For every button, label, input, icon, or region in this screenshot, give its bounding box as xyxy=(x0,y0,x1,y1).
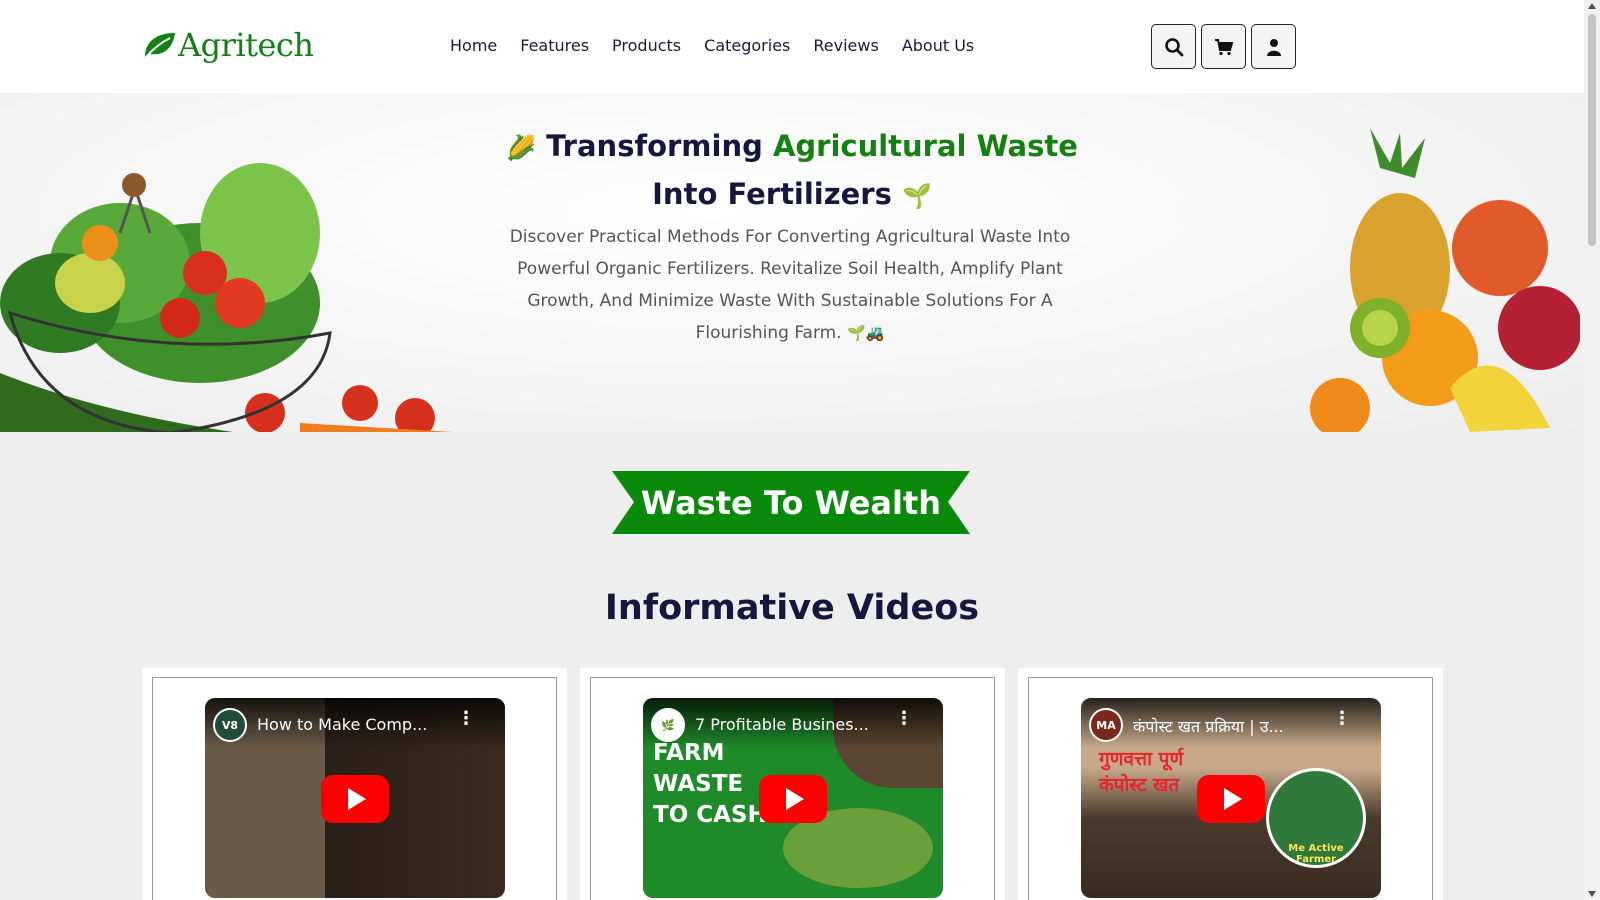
overlay-line: WASTE xyxy=(653,771,744,797)
channel-avatar[interactable]: 🌿 xyxy=(651,708,685,742)
video-card: गुणवत्ता पूर्ण कंपोस्ट खत Me Active Farm… xyxy=(1018,668,1443,900)
page-scrollbar[interactable] xyxy=(1584,0,1600,900)
scrollbar-thumb[interactable] xyxy=(1588,14,1596,246)
scroll-up-icon[interactable] xyxy=(1588,3,1596,9)
hero-title-accent: Agricultural Waste xyxy=(772,129,1078,163)
tractor-icon: 🌱🚜 xyxy=(847,324,885,342)
hero-description-text: Discover Practical Methods For Convertin… xyxy=(509,227,1071,343)
main-nav: Home Features Products Categories Review… xyxy=(450,36,997,55)
video-card: FARM WASTE TO CASH 🌿 7 Profitable Busine… xyxy=(580,668,1005,900)
hero-section: 🌽 Transforming Agricultural Waste Into F… xyxy=(0,93,1584,432)
informative-videos-title: Informative Videos xyxy=(604,588,980,628)
waste-to-wealth-banner: Waste To Wealth xyxy=(640,483,942,522)
overlay-line: कंपोस्ट खत xyxy=(1099,774,1180,796)
play-button[interactable] xyxy=(1197,775,1265,823)
hero-title-part1: Transforming xyxy=(546,129,773,163)
video-player[interactable]: गुणवत्ता पूर्ण कंपोस्ट खत Me Active Farm… xyxy=(1081,698,1381,898)
hero-title-part2: Into Fertilizers xyxy=(652,177,892,211)
more-options-icon[interactable]: ⋮ xyxy=(895,710,913,728)
search-button[interactable] xyxy=(1151,24,1196,69)
scroll-down-icon[interactable] xyxy=(1588,891,1596,897)
nav-products[interactable]: Products xyxy=(612,36,681,55)
overlay-line: गुणवत्ता पूर्ण xyxy=(1099,748,1184,770)
more-options-icon[interactable]: ⋮ xyxy=(1333,710,1351,728)
nav-categories[interactable]: Categories xyxy=(704,36,790,55)
play-button[interactable] xyxy=(759,775,827,823)
video-title[interactable]: How to Make Comp... xyxy=(257,715,457,734)
video-card-border: V8 How to Make Comp... ⋮ xyxy=(152,677,557,900)
nav-home[interactable]: Home xyxy=(450,36,497,55)
play-button[interactable] xyxy=(321,775,389,823)
video-overlay-text: गुणवत्ता पूर्ण कंपोस्ट खत xyxy=(1099,746,1183,798)
video-card-border: गुणवत्ता पूर्ण कंपोस्ट खत Me Active Farm… xyxy=(1028,677,1433,900)
nav-about-us[interactable]: About Us xyxy=(902,36,974,55)
video-player[interactable]: FARM WASTE TO CASH 🌿 7 Profitable Busine… xyxy=(643,698,943,898)
more-options-icon[interactable]: ⋮ xyxy=(457,710,475,728)
nav-features[interactable]: Features xyxy=(520,36,589,55)
fruits-image xyxy=(1310,128,1580,432)
video-title[interactable]: 7 Profitable Busines... xyxy=(695,715,895,734)
channel-avatar[interactable]: MA xyxy=(1089,708,1123,742)
cart-icon xyxy=(1214,38,1233,55)
presenter-label: Me Active Farmer xyxy=(1288,843,1344,865)
video-player[interactable]: V8 How to Make Comp... ⋮ xyxy=(205,698,505,898)
seedling-icon: 🌱 xyxy=(901,182,932,210)
hero-description: Discover Practical Methods For Convertin… xyxy=(490,221,1090,349)
user-button[interactable] xyxy=(1251,24,1296,69)
user-icon xyxy=(1266,38,1281,56)
nav-reviews[interactable]: Reviews xyxy=(813,36,878,55)
search-icon xyxy=(1164,37,1183,56)
video-title[interactable]: कंपोस्ट खत प्रक्रिया | उ... xyxy=(1133,715,1333,737)
brand-name: Agritech xyxy=(178,26,314,64)
video-card-border: FARM WASTE TO CASH 🌿 7 Profitable Busine… xyxy=(590,677,995,900)
video-overlay-text: FARM WASTE TO CASH xyxy=(653,738,767,831)
channel-avatar[interactable]: V8 xyxy=(213,708,247,742)
brand-logo[interactable]: Agritech xyxy=(142,26,314,64)
overlay-line: TO CASH xyxy=(653,802,767,828)
cart-button[interactable] xyxy=(1201,24,1246,69)
corn-icon: 🌽 xyxy=(506,134,536,162)
site-header: Agritech Home Features Products Categori… xyxy=(0,0,1584,93)
leaf-icon xyxy=(145,33,175,58)
video-card: V8 How to Make Comp... ⋮ xyxy=(142,668,567,900)
